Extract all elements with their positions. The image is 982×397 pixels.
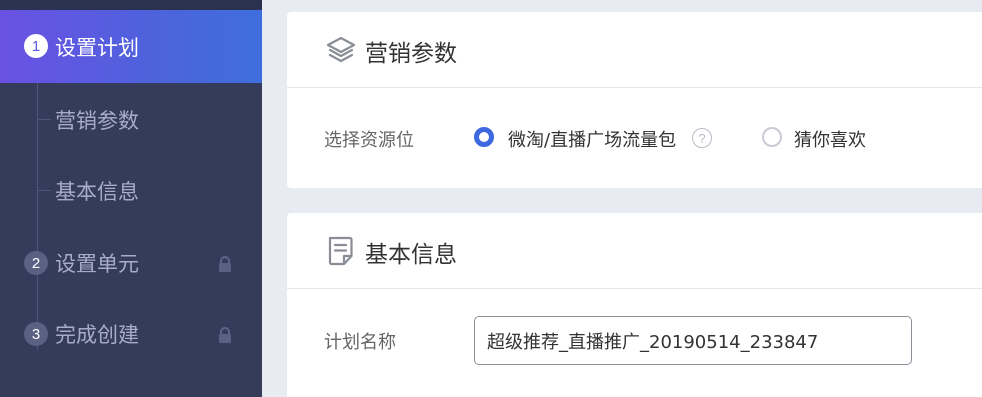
lock-icon [219, 255, 231, 272]
step-label: 设置单元 [55, 252, 139, 276]
step-number-badge: 2 [24, 251, 48, 275]
card-title: 营销参数 [365, 41, 457, 67]
step-number-badge: 1 [24, 34, 48, 58]
help-icon[interactable]: ? [692, 128, 712, 148]
card-title: 基本信息 [365, 242, 457, 268]
card-header: 营销参数 [287, 12, 982, 88]
timeline-tick [37, 190, 51, 191]
marketing-params-card: 营销参数 选择资源位 微淘/直播广场流量包 ? 猜你喜欢 [287, 12, 982, 188]
radio-guess-you-like[interactable] [762, 127, 782, 147]
sidebar-top-strip [0, 0, 262, 10]
basic-info-card: 基本信息 计划名称 超级推荐_直播推广_20190514_233847 [287, 213, 982, 397]
substep-marketing-params[interactable]: 营销参数 [0, 99, 262, 139]
document-icon [328, 236, 353, 266]
step-label: 完成创建 [55, 323, 139, 347]
step-setup-unit: 2 设置单元 [0, 243, 262, 283]
step-setup-plan[interactable]: 1 设置计划 [0, 10, 262, 83]
radio-weitao-live[interactable] [474, 127, 494, 147]
substep-label: 营销参数 [55, 109, 139, 133]
step-complete-creation: 3 完成创建 [0, 314, 262, 354]
radio-guess-you-like-label[interactable]: 猜你喜欢 [794, 126, 866, 152]
radio-weitao-live-label[interactable]: 微淘/直播广场流量包 [508, 126, 676, 152]
sidebar: 1 设置计划 营销参数 基本信息 2 设置单元 3 完成创建 [0, 0, 262, 397]
layers-icon [326, 36, 356, 63]
timeline-tick [37, 119, 51, 120]
card-header: 基本信息 [287, 213, 982, 289]
resource-position-label: 选择资源位 [324, 130, 414, 151]
plan-name-input[interactable]: 超级推荐_直播推广_20190514_233847 [474, 316, 912, 365]
step-number-badge: 3 [24, 322, 48, 346]
substep-basic-info[interactable]: 基本信息 [0, 170, 262, 210]
substep-label: 基本信息 [55, 180, 139, 204]
lock-icon [219, 326, 231, 343]
step-label: 设置计划 [55, 36, 139, 60]
plan-name-label: 计划名称 [324, 332, 396, 353]
